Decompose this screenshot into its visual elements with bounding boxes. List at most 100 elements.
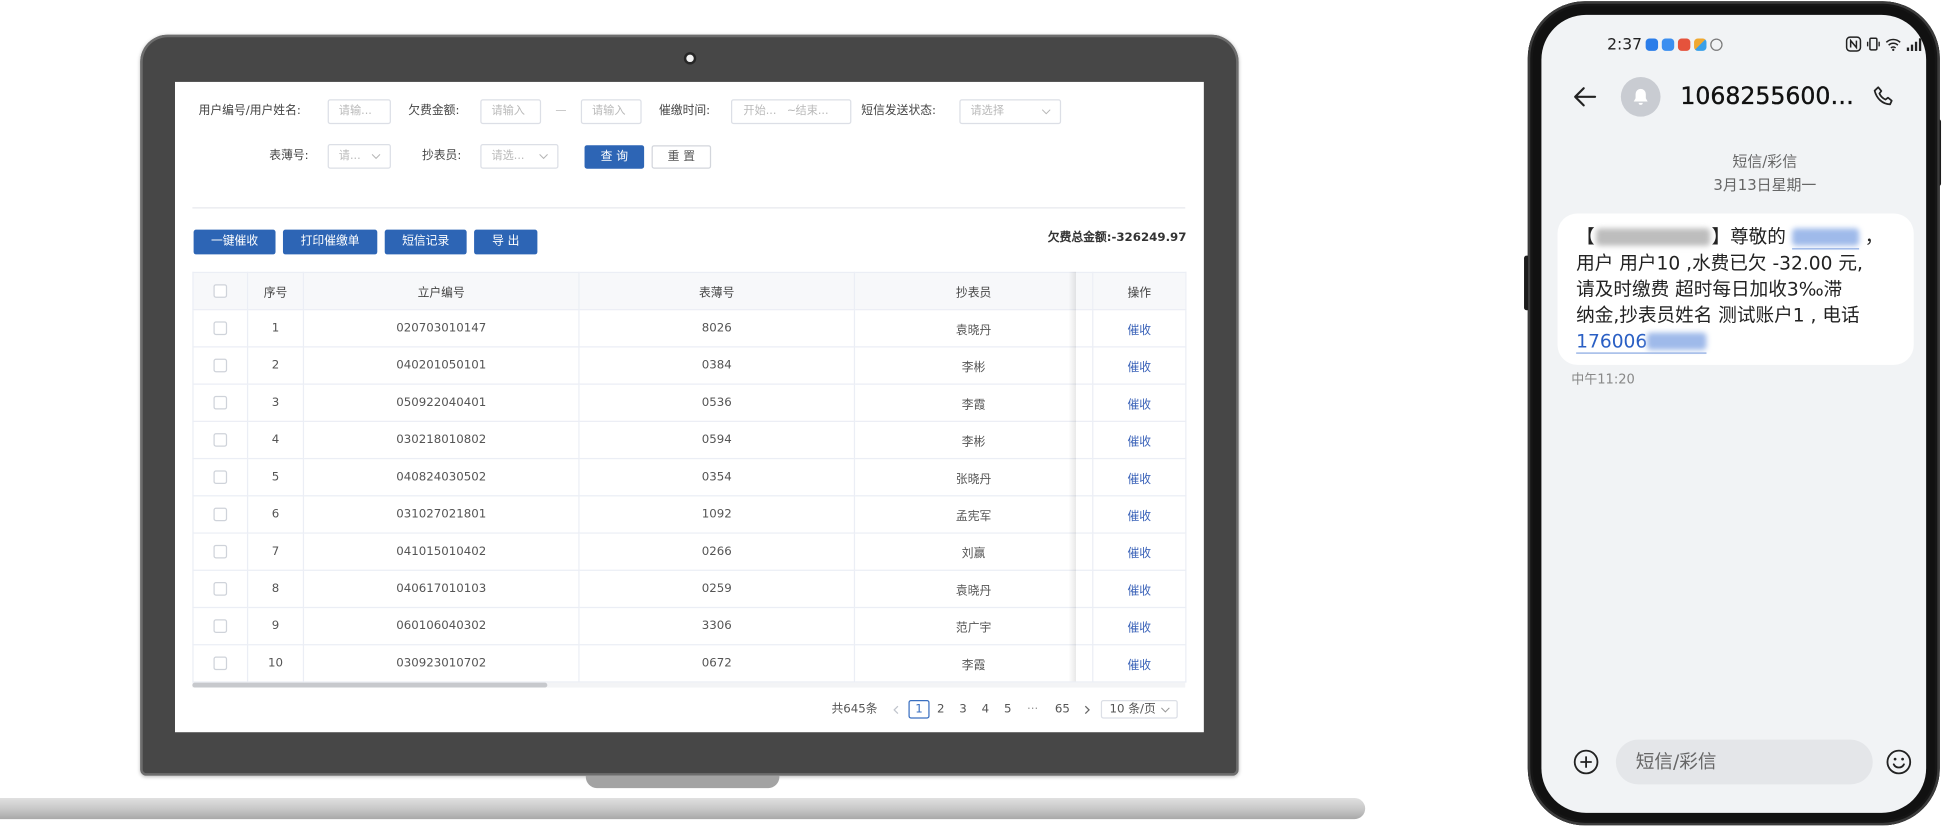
select-all-header [192,271,249,311]
message-phone-prefix: 176006 [1576,330,1648,353]
reader-select[interactable]: 请选... [480,143,559,169]
multicolor-app-notification-icon [1694,38,1707,51]
sms-log-button[interactable]: 短信记录 [384,229,467,255]
query-button[interactable]: 查 询 [584,145,645,169]
row-select-cell [192,644,249,683]
row-index: 6 [246,495,305,534]
collect-link[interactable]: 催收 [1127,435,1151,449]
bell-icon [1630,86,1652,108]
prev-page-icon[interactable] [891,700,901,720]
thread-category: 短信/彩信 [1732,152,1798,171]
amount-min-input[interactable]: 请输入 [480,99,542,125]
page-size-select[interactable]: 10 条/页 [1100,699,1178,719]
collect-link[interactable]: 催收 [1127,472,1151,486]
table-row: 2 040201050101 0384 李彬 催收 [192,346,1187,385]
page-2-button[interactable]: 2 [935,700,947,720]
redacted-link[interactable] [1791,225,1859,250]
row-index: 2 [246,346,305,385]
row-meter-reader: 李彬 [853,346,1094,385]
message-bubble[interactable]: 【 】尊敬的 ， 用户 用户10 ,水费已欠 -32.00 元, 请及时缴费 超时… [1557,213,1914,365]
phone-call-icon[interactable] [1872,84,1897,109]
message-line: 用户 用户10 ,水费已欠 -32.00 元, [1576,251,1863,275]
reset-button[interactable]: 重 置 [651,145,712,169]
collect-link[interactable]: 催收 [1127,323,1151,337]
row-meter-reader: 李霞 [853,383,1094,422]
table-body: 1 020703010147 8026 袁晓丹 催收 2 040201050101 0384 李… [192,309,1187,683]
row-checkbox[interactable] [213,582,228,596]
row-checkbox[interactable] [213,619,228,633]
page-4-button[interactable]: 4 [979,700,991,720]
collect-link[interactable]: 催收 [1127,509,1151,523]
collect-link[interactable]: 催收 [1127,584,1151,598]
user-filter-label: 用户编号/用户姓名: [198,104,301,118]
chevron-down-icon [1041,108,1051,115]
scrollbar-thumb[interactable] [192,682,548,688]
page-1-button[interactable]: 1 [908,699,930,719]
row-book-number: 0672 [578,644,856,683]
row-checkbox[interactable] [213,507,228,522]
print-notice-button[interactable]: 打印催缴单 [282,229,378,255]
arrears-total: 欠费总金额:-326249.97 [1048,230,1187,247]
contact-avatar[interactable] [1620,76,1661,117]
row-account-number: 040617010103 [302,569,580,609]
amount-filter-label: 欠费金额: [408,104,460,118]
row-checkbox[interactable] [213,470,228,485]
emoji-icon[interactable] [1885,748,1912,775]
amount-max-input[interactable]: 请输入 [580,99,642,125]
user-filter-input[interactable]: 请输... [327,99,391,125]
filter-divider [192,207,1186,209]
row-checkbox[interactable] [213,395,228,410]
row-index: 8 [246,569,305,609]
back-arrow-icon[interactable] [1571,83,1598,110]
row-meter-reader: 张晓丹 [853,457,1094,497]
row-account-number: 050922040401 [302,383,580,422]
time-range-picker[interactable]: 开始... ~ 结束... [730,99,852,125]
redacted-sender-name [1596,228,1711,246]
select-all-checkbox[interactable] [213,284,228,298]
collect-link[interactable]: 催收 [1127,547,1151,561]
red-app-notification-icon [1677,38,1691,51]
row-select-cell [192,457,249,497]
book-select[interactable]: 请... [327,143,391,169]
row-index: 10 [246,644,305,683]
page-ellipsis[interactable]: ··· [1023,700,1043,720]
page-last-button[interactable]: 65 [1052,700,1072,720]
export-button[interactable]: 导 出 [474,229,538,255]
row-checkbox[interactable] [213,321,228,336]
collect-link[interactable]: 催收 [1127,398,1151,412]
row-action-cell: 催收 [1092,420,1187,460]
row-select-cell [192,495,249,534]
row-action-cell: 催收 [1092,532,1187,571]
row-checkbox[interactable] [213,358,228,373]
collect-all-button[interactable]: 一键催收 [193,229,276,255]
page-5-button[interactable]: 5 [1002,700,1014,720]
row-account-number: 030218010802 [302,420,580,460]
table-header-row: 序号 立户编号 表薄号 抄表员 操作 [192,271,1187,311]
row-checkbox[interactable] [213,544,228,559]
page-3-button[interactable]: 3 [957,700,969,720]
column-header-action: 操作 [1092,271,1187,311]
laptop-base [0,798,1366,820]
message-input[interactable]: 短信/彩信 [1615,739,1873,785]
status-bar-time: 2:37 [1607,34,1643,54]
row-checkbox[interactable] [213,433,228,447]
row-select-cell [192,309,249,348]
row-checkbox[interactable] [213,656,228,671]
row-select-cell [192,606,249,646]
row-action-cell: 催收 [1092,309,1187,348]
row-meter-reader: 李彬 [853,420,1094,460]
row-book-number: 0536 [578,383,856,422]
message-open-bracket: 【 [1576,225,1595,249]
sms-status-label: 短信发送状态: [861,104,937,118]
collect-link[interactable]: 催收 [1127,658,1151,672]
row-book-number: 0384 [578,346,856,385]
next-page-icon[interactable] [1082,700,1092,720]
row-book-number: 0266 [578,532,856,571]
table-horizontal-scrollbar[interactable] [192,682,1186,688]
message-phone-link[interactable]: 176006 [1576,330,1707,354]
collect-link[interactable]: 催收 [1127,621,1151,635]
cloud-app-notification-icon [1661,38,1675,51]
collect-link[interactable]: 催收 [1127,361,1151,375]
sms-status-select[interactable]: 请选择 [959,99,1062,125]
add-attachment-icon[interactable] [1572,748,1599,775]
